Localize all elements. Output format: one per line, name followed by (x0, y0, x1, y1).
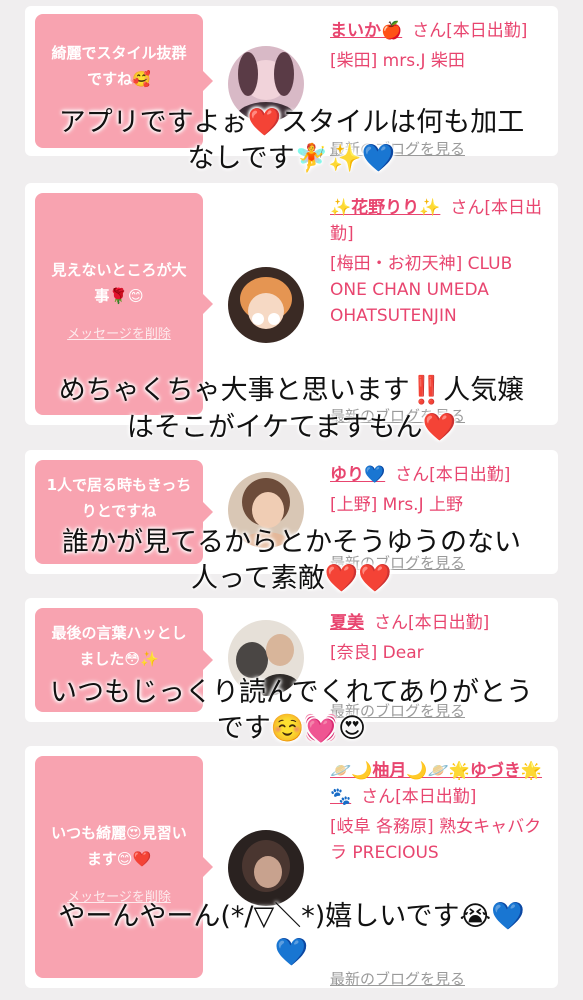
message-text: 綺麗でスタイル抜群ですね🥰 (51, 44, 187, 88)
reply-line-1: やーんやーん(*/▽＼*)嬉しいです😭💙 (58, 901, 525, 932)
girl-name-link[interactable]: ゆり💙 (330, 465, 385, 485)
girl-info: 🪐🌙柚月🌙🪐🌟ゆづき🌟🐾 さん[本日出勤] [岐阜 各務原] 熟女キャバクラ PR… (330, 758, 552, 988)
reply-line-1: 誰かが見てるからとかそうゆうのない (62, 527, 521, 558)
status-text: さん[本日出勤] (395, 465, 511, 485)
shop-name: [奈良] Dear (330, 643, 424, 663)
girl-info: 夏美 さん[本日出勤] [奈良] Dear 最新のブログを見る (330, 610, 552, 720)
delete-message-link[interactable]: メッセージを削除 (45, 323, 193, 342)
message-text: 最後の言葉ハッとしました😳✨ (51, 624, 187, 668)
avatar-photo (228, 830, 304, 906)
reply-line-2: 💙 (274, 937, 309, 968)
girl-name-link[interactable]: ✨花野りり✨ (330, 198, 440, 218)
message-text: 見えないところが大事🌹😊 (51, 261, 187, 305)
reply-line-2: はそこがイケてますもん❤️ (126, 412, 457, 443)
status-text: さん[本日出勤] (412, 21, 528, 41)
reply-line-1: アプリですよぉ❤️スタイルは何も加工 (58, 107, 525, 138)
avatar[interactable] (228, 830, 304, 906)
reply-line-2: なしです🧚✨💙 (187, 143, 396, 174)
shop-name: [柴田] mrs.J 柴田 (330, 51, 465, 71)
reply-line-2: 人って素敵❤️❤️ (191, 563, 392, 594)
status-text: さん[本日出勤] (361, 787, 477, 807)
girl-info: ✨花野りり✨ さん[本日出勤] [梅田・お初天神] CLUB ONE CHAN U… (330, 195, 552, 425)
reply-line-2: です☺️💓😍 (216, 713, 367, 744)
girl-info: まいか🍎 さん[本日出勤] [柴田] mrs.J 柴田 最新のブログを見る (330, 18, 552, 156)
shop-name: [梅田・お初天神] CLUB ONE CHAN UMEDA OHATSUTENJ… (330, 254, 513, 326)
message-text: いつも綺麗😍見習います😊❤️ (51, 824, 187, 868)
girl-name-link[interactable]: まいか🍎 (330, 21, 402, 41)
avatar-photo (228, 267, 304, 343)
avatar[interactable] (228, 267, 304, 343)
girl-info: ゆり💙 さん[本日出勤] [上野] Mrs.J 上野 最新のブログを見る (330, 462, 552, 572)
shop-name: [上野] Mrs.J 上野 (330, 495, 464, 515)
status-text: さん[本日出勤] (374, 613, 490, 633)
shop-name: [岐阜 各務原] 熟女キャバクラ PRECIOUS (330, 817, 542, 863)
reply-line-1: めちゃくちゃ大事と思います‼️人気嬢 (58, 375, 525, 406)
reply-line-1: いつもじっくり読んでくれてありがとう (49, 677, 534, 708)
message-text: 1人で居る時もきっちりとですね (46, 476, 192, 520)
girl-name-link[interactable]: 夏美 (330, 613, 364, 633)
